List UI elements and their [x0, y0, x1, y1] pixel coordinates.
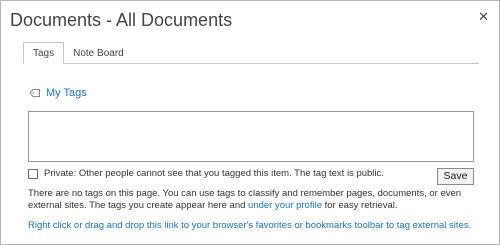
dialog-title: Documents - All Documents	[10, 10, 233, 30]
private-label: Private: Other people cannot see that yo…	[44, 168, 384, 179]
bookmark-link[interactable]: Right click or drag and drop this link t…	[28, 220, 471, 231]
tab-note-board[interactable]: Note Board	[64, 45, 133, 64]
tag-input[interactable]	[28, 111, 474, 162]
private-checkbox[interactable]	[28, 168, 38, 179]
tab-tags[interactable]: Tags	[23, 42, 65, 64]
tab-divider	[23, 63, 479, 64]
save-button[interactable]: Save	[437, 168, 474, 185]
tags-dialog: Documents - All Documents ✕ Tags Note Bo…	[0, 0, 500, 245]
info-text: There are no tags on this page. You can …	[28, 188, 478, 211]
tab-strip: Tags Note Board	[23, 42, 133, 64]
my-tags-header[interactable]: My Tags	[29, 87, 87, 99]
profile-link[interactable]: under your profile	[248, 200, 322, 211]
tag-icon	[29, 88, 41, 98]
info-text-after: for easy retrieval.	[321, 199, 398, 211]
close-icon[interactable]: ✕	[478, 9, 489, 25]
my-tags-link[interactable]: My Tags	[46, 87, 87, 99]
private-option: Private: Other people cannot see that yo…	[28, 168, 384, 179]
